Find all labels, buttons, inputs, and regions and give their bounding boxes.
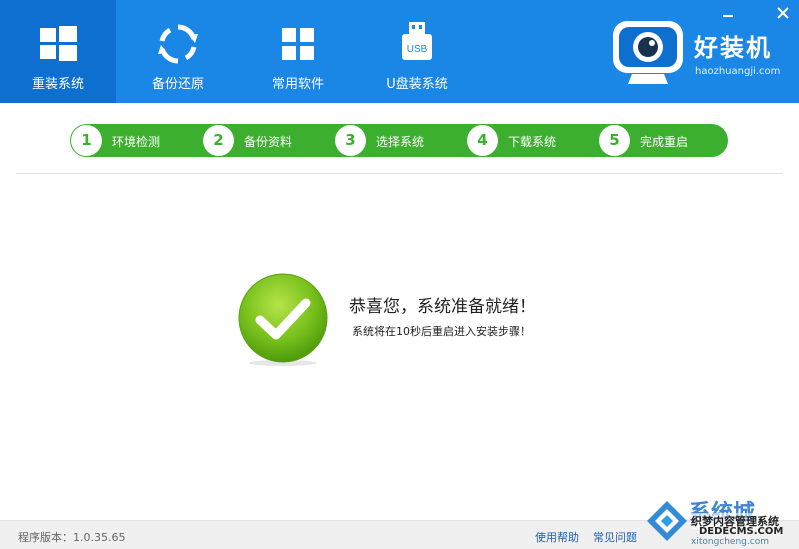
nav-tab-software[interactable]: 常用软件 [240,0,356,103]
step-label: 下载系统 [508,135,557,149]
watermark-logo-icon [647,501,687,541]
sync-icon [158,24,198,64]
nav-tab-reinstall[interactable]: 重装系统 [0,0,116,103]
step-label: 备份资料 [244,135,293,149]
nav-tab-backup[interactable]: 备份还原 [120,0,236,103]
watermark-url: xitongcheng.com [691,537,769,547]
progress-steps: 1 环境检测 2 备份资料 3 选择系统 4 下载系统 5 完成重启 [70,124,728,157]
version-info: 程序版本：1.0.35.65 [18,529,125,545]
step-label: 完成重启 [640,135,689,149]
usb-drive-icon: USB [402,22,432,60]
step-number: 4 [467,125,498,156]
usb-badge: USB [407,44,428,55]
step-label: 选择系统 [376,135,425,149]
step-number: 3 [335,125,366,156]
faq-link[interactable]: 常见问题 [593,529,637,545]
app-window: 重装系统 备份还原 常用软件 USB U盘装系统 好装机 haozhuangji… [0,0,799,549]
step-label: 环境检测 [112,135,161,149]
brand-name: 好装机 [694,34,772,62]
version-label: 程序版本： [18,531,73,544]
nav-label: U盘装系统 [386,77,448,92]
step-number: 5 [599,125,630,156]
windows-icon [40,26,77,61]
restart-countdown-text: 系统将在10秒后重启进入安装步骤！ [352,325,531,338]
help-link[interactable]: 使用帮助 [535,529,579,545]
success-title: 恭喜您，系统准备就绪！ [349,297,536,317]
monitor-eye-icon [613,21,683,84]
success-check-icon [238,273,328,366]
brand-url: haozhuangji.com [695,66,781,77]
nav-label: 常用软件 [271,77,324,92]
step-number: 1 [71,125,102,156]
nav-tab-usb-install[interactable]: USB U盘装系统 [359,0,475,103]
watermark-text: DEDECMS.COM [699,526,784,537]
watermark: 系统城 织梦内容管理系统 DEDECMS.COM xitongcheng.com [643,493,799,549]
nav-label: 备份还原 [151,77,204,92]
nav-label: 重装系统 [31,77,84,92]
step-number: 2 [203,125,234,156]
apps-grid-icon [282,28,314,60]
brand-logo: 好装机 haozhuangji.com [610,18,790,88]
divider [16,173,783,174]
header-bar: 重装系统 备份还原 常用软件 USB U盘装系统 好装机 haozhuangji… [0,0,799,103]
version-number: 1.0.35.65 [73,531,126,544]
